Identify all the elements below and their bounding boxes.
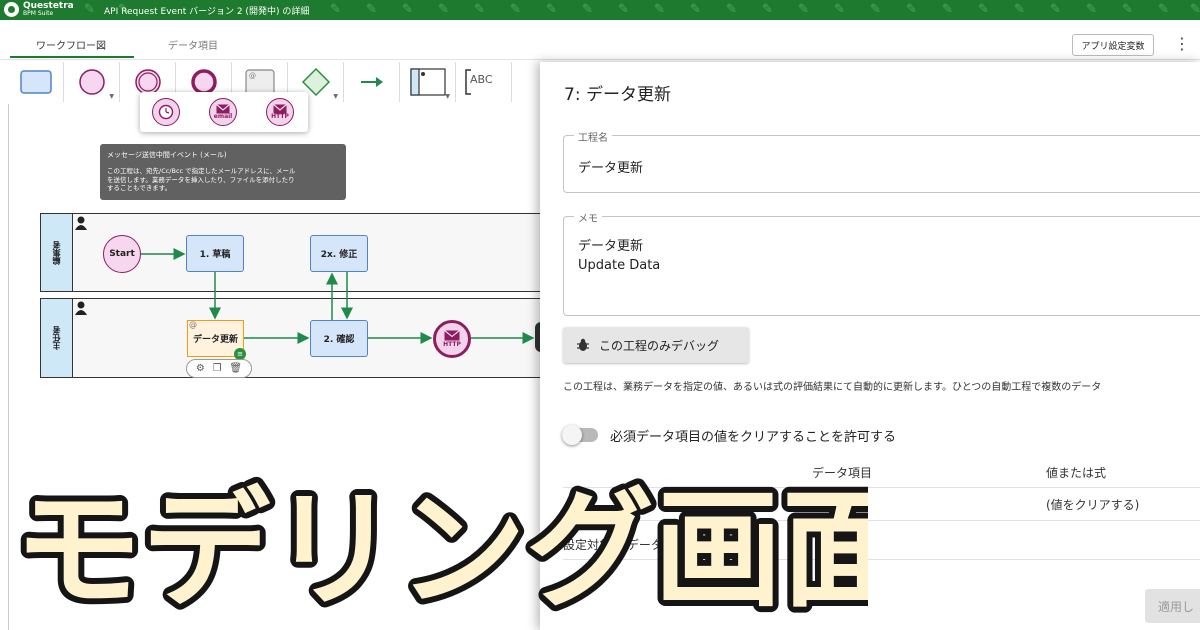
allow-clear-label: 必須データ項目の値をクリアすることを許可する: [610, 430, 897, 445]
event-tooltip: メッセージ送信中間イベント (メール) この工程は、宛先/Cc/Bcc で指定し…: [100, 144, 346, 200]
task-confirm[interactable]: 2. 確認: [310, 320, 368, 357]
palette-annotation[interactable]: ABC: [456, 62, 512, 102]
annotation-label: ABC: [470, 73, 493, 86]
flow-arrow-icon: [360, 77, 383, 87]
task-icon: [19, 70, 52, 94]
palette-start-event[interactable]: ▼: [64, 62, 120, 102]
caret-down-icon: ▼: [109, 93, 114, 100]
script-at-icon: @: [189, 320, 197, 329]
palette-task[interactable]: [8, 62, 64, 102]
step-name-legend: 工程名: [574, 129, 612, 144]
tooltip-title: メッセージ送信中間イベント (メール): [107, 151, 227, 159]
email-label: email: [213, 113, 233, 120]
step-name-field[interactable]: 工程名 データ更新: [563, 129, 1200, 193]
memo-line[interactable]: Update Data: [578, 258, 660, 273]
questetra-logo-icon: [4, 2, 19, 17]
palette-swimlane[interactable]: ▼: [400, 62, 456, 102]
event-submenu: email HTTP: [140, 92, 308, 132]
clock-icon: [158, 104, 174, 120]
svg-text:@: @: [249, 72, 256, 80]
logo-subtitle: BPM Suite: [23, 10, 54, 17]
palette-flow[interactable]: [344, 62, 400, 102]
bug-icon: [577, 338, 589, 351]
memo-legend: メモ: [574, 210, 602, 225]
step-name-value[interactable]: データ更新: [578, 157, 643, 176]
http-event-node[interactable]: HTTP: [433, 320, 471, 358]
envelope-icon: [444, 330, 460, 341]
app-logo[interactable]: Questetra BPM Suite: [4, 2, 74, 17]
http-label: HTTP: [271, 113, 289, 120]
caret-down-icon: ▼: [333, 93, 338, 100]
http-event-button[interactable]: HTTP: [266, 98, 294, 126]
overlay-title: モデリング画面: [8, 470, 868, 618]
task-draft[interactable]: 1. 草稿: [186, 235, 244, 272]
allow-clear-toggle[interactable]: [562, 425, 598, 445]
column-header-value: 値または式: [1046, 466, 1107, 480]
apply-button[interactable]: 適用し: [1145, 589, 1200, 623]
tooltip-line: この工程は、宛先/Cc/Bcc で指定したメールアドレスに、メール: [107, 167, 296, 175]
lane-label: 編集者: [41, 214, 73, 291]
panel-title: 7: データ更新: [564, 85, 671, 105]
tab-bar: ワークフロー図 データ項目: [0, 20, 1200, 60]
memo-field[interactable]: メモ データ更新 Update Data: [563, 210, 1200, 316]
tab-workflow-diagram[interactable]: ワークフロー図: [10, 37, 134, 58]
row-value[interactable]: (値をクリアする): [1046, 496, 1139, 513]
http-node-label: HTTP: [443, 341, 461, 348]
debug-label: この工程のみデバッグ: [599, 338, 720, 353]
swimlane-manager[interactable]: 主任者: [40, 298, 550, 378]
node-toolbar: ⚙ ❐ 🗑: [186, 359, 252, 378]
swimlane-icon: [409, 68, 446, 96]
start-event-node[interactable]: Start: [103, 235, 141, 273]
memo-line[interactable]: データ更新: [578, 235, 643, 254]
copy-icon[interactable]: ❐: [213, 363, 222, 374]
gear-icon[interactable]: ⚙: [196, 363, 205, 374]
tab-data-items[interactable]: データ項目: [168, 37, 218, 52]
person-icon: [75, 216, 87, 230]
caret-down-icon: ▼: [445, 93, 450, 100]
tooltip-body: この工程は、宛先/Cc/Bcc で指定したメールアドレスに、メール を送信します…: [107, 167, 339, 193]
window-title: API Request Event バージョン 2 (開発中) の詳細: [104, 7, 310, 17]
app-variables-button[interactable]: アプリ設定変数: [1072, 34, 1154, 56]
start-event-icon: [78, 69, 105, 95]
person-icon: [75, 301, 87, 315]
tooltip-line: することもできます。: [107, 184, 172, 192]
tooltip-line: を送信します。業務データを挿入したり、ファイルを添付したり: [107, 175, 295, 184]
more-menu-icon[interactable]: ⋮: [1174, 36, 1190, 52]
app-header: ✎ ✎ ✎ ✎ ✎ ✎ ✎ ✎ ✎ ✎ ✎ ✎ ✎ ✎ ✎ ✎ ✎ ✎ ✎ ✎ ✎ ✎ ✎ ✎ ✎ ✎ ✎ Questetra BP…: [0, 0, 1200, 20]
debug-step-button[interactable]: この工程のみデバッグ: [563, 327, 749, 363]
timer-event-button[interactable]: [152, 98, 180, 126]
email-event-button[interactable]: email: [209, 98, 237, 126]
task-fix[interactable]: 2x. 修正: [310, 235, 368, 272]
lane-label: 主任者: [41, 299, 73, 377]
step-description: この工程は、業務データを指定の値、あるいは式の評価結果にて自動的に更新します。ひ…: [563, 382, 1102, 393]
trash-icon[interactable]: 🗑: [229, 363, 242, 374]
overlay-title-text: モデリング画面: [14, 476, 868, 618]
